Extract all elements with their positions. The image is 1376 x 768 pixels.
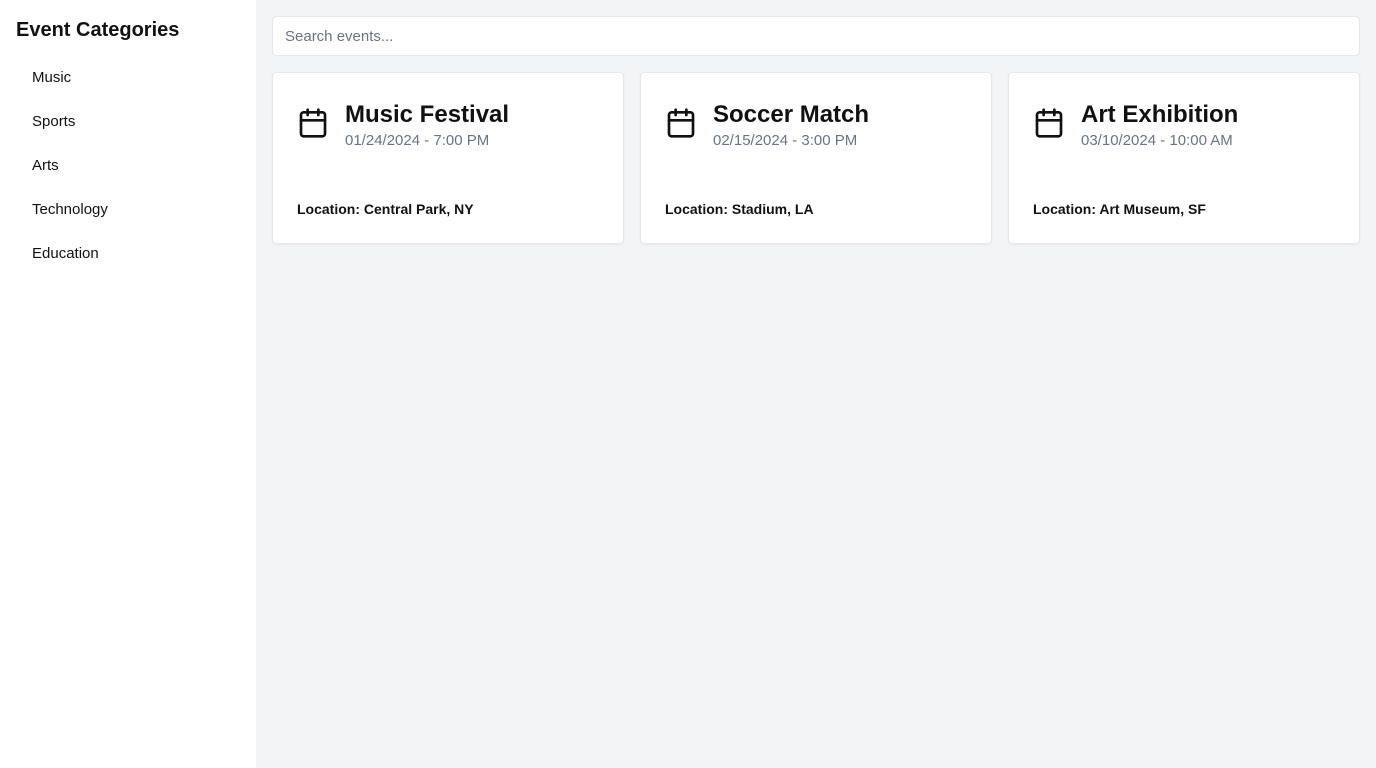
calendar-icon xyxy=(299,108,327,138)
sidebar-title: Event Categories xyxy=(16,19,180,41)
category-list: Music Sports Arts Technology Education xyxy=(16,56,240,276)
event-card[interactable]: Music Festival 01/24/2024 - 7:00 PM Loca… xyxy=(272,72,624,244)
event-card-header: Soccer Match 02/15/2024 - 3:00 PM xyxy=(665,97,967,151)
sidebar-item-music[interactable]: Music xyxy=(16,56,240,100)
event-datetime: 01/24/2024 - 7:00 PM xyxy=(345,132,490,149)
event-card-header: Art Exhibition 03/10/2024 - 10:00 AM xyxy=(1033,97,1335,151)
search-input[interactable] xyxy=(272,16,1360,56)
event-datetime: 02/15/2024 - 3:00 PM xyxy=(713,132,858,149)
main-content: Music Festival 01/24/2024 - 7:00 PM Loca… xyxy=(256,0,1376,768)
event-card[interactable]: Art Exhibition 03/10/2024 - 10:00 AM Loc… xyxy=(1008,72,1360,244)
event-datetime: 03/10/2024 - 10:00 AM xyxy=(1081,132,1233,149)
event-card[interactable]: Soccer Match 02/15/2024 - 3:00 PM Locati… xyxy=(640,72,992,244)
event-location: Location: Art Museum, SF xyxy=(1033,201,1206,217)
sidebar-item-sports[interactable]: Sports xyxy=(16,100,240,144)
event-location: Location: Stadium, LA xyxy=(665,201,814,217)
event-card-grid: Music Festival 01/24/2024 - 7:00 PM Loca… xyxy=(272,72,1360,244)
event-card-text: Art Exhibition 03/10/2024 - 10:00 AM xyxy=(1081,97,1238,151)
event-title: Music Festival xyxy=(345,101,510,128)
calendar-icon xyxy=(667,108,695,138)
event-title: Art Exhibition xyxy=(1081,101,1239,128)
event-location: Location: Central Park, NY xyxy=(297,201,474,217)
event-title: Soccer Match xyxy=(713,101,870,128)
sidebar: Event Categories Music Sports Arts Techn… xyxy=(0,0,256,768)
calendar-icon xyxy=(1035,108,1063,138)
sidebar-item-arts[interactable]: Arts xyxy=(16,144,240,188)
sidebar-item-education[interactable]: Education xyxy=(16,232,240,276)
event-card-text: Music Festival 01/24/2024 - 7:00 PM xyxy=(345,97,509,151)
event-card-text: Soccer Match 02/15/2024 - 3:00 PM xyxy=(713,97,869,151)
event-card-header: Music Festival 01/24/2024 - 7:00 PM xyxy=(297,97,599,151)
app-root: Event Categories Music Sports Arts Techn… xyxy=(0,0,1376,768)
sidebar-item-technology[interactable]: Technology xyxy=(16,188,240,232)
